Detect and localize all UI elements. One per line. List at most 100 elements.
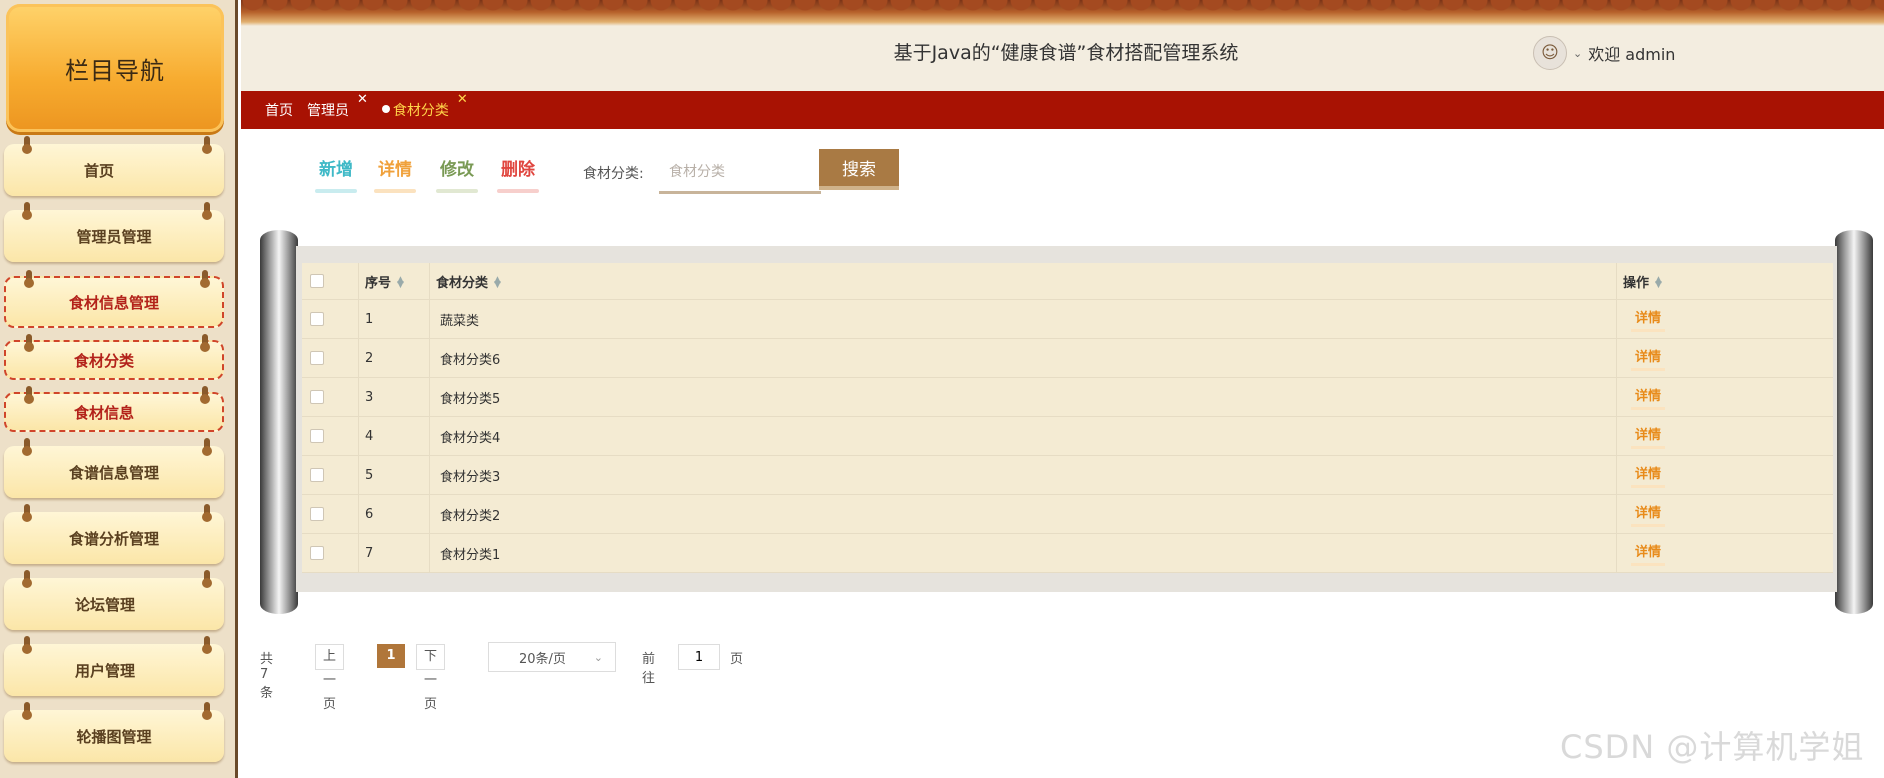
sidebar-item-label: 食谱信息管理 [68,463,159,482]
detail-button[interactable]: 详情 [374,155,416,193]
nav-title: 栏目导航 [65,56,165,85]
row-checkbox[interactable] [310,429,324,443]
sidebar-item-label: 管理员管理 [76,227,152,246]
sidebar-item-label: 轮播图管理 [76,727,152,746]
row-index: 6 [358,494,430,534]
tab-home[interactable]: 首页 [265,100,293,120]
table-row[interactable]: 6 食材分类2 详情 [302,494,1833,534]
sidebar-item-label: 用户管理 [74,661,135,680]
row-category: 食材分类2 [429,494,1617,534]
sidebar-item-home[interactable]: 首页 [4,136,224,196]
page-size-value: 20条/页 [519,651,566,667]
scroll-roller-right [1835,230,1873,614]
nav-title-banner: 栏目导航 [6,4,224,132]
sidebar-item-ingredient-info[interactable]: 食材信息管理 [4,270,224,328]
user-menu[interactable]: ☺ ⌄ 欢迎 admin [1533,36,1675,70]
chevron-down-icon[interactable]: ⌄ [1573,47,1582,60]
goto-page-input[interactable] [678,644,720,670]
sidebar-item-users[interactable]: 用户管理 [4,636,224,696]
delete-button[interactable]: 删除 [497,155,539,193]
table-row[interactable]: 4 食材分类4 详情 [302,416,1833,456]
close-icon[interactable]: ✕ [357,92,368,107]
row-checkbox[interactable] [310,507,324,521]
table-row[interactable]: 1 蔬菜类 详情 [302,299,1833,339]
edit-button[interactable]: 修改 [436,155,478,193]
row-detail-link[interactable]: 详情 [1631,385,1666,410]
sort-icon[interactable]: ▲ ▼ [494,276,501,290]
next-page-button[interactable]: 下一页 [416,644,446,712]
row-checkbox-cell [302,416,359,456]
row-checkbox-cell [302,299,359,339]
row-checkbox[interactable] [310,390,324,404]
row-detail-link[interactable]: 详情 [1631,463,1666,488]
table-row[interactable]: 7 食材分类1 详情 [302,533,1833,573]
toolbar: 新增 详情 修改 删除 食材分类: 搜索 [241,145,1884,195]
column-header-actions[interactable]: 操作 ▲ ▼ [1616,263,1833,300]
roof-tiles-decoration [241,0,1884,26]
top-header: 基于Java的“健康食谱”食材搭配管理系统 ☺ ⌄ 欢迎 admin [241,0,1884,91]
row-index: 4 [358,416,430,456]
table-row[interactable]: 3 食材分类5 详情 [302,377,1833,417]
close-icon[interactable]: ✕ [457,92,468,107]
sidebar-item-ingredient-category[interactable]: 食材分类 [4,334,224,380]
row-checkbox[interactable] [310,468,324,482]
sidebar-item-forum[interactable]: 论坛管理 [4,570,224,630]
page-size-select[interactable]: 20条/页 ⌄ [488,642,616,672]
row-checkbox-cell [302,455,359,495]
row-actions: 详情 [1616,533,1833,573]
row-actions: 详情 [1616,494,1833,534]
column-header-label: 操作 [1623,275,1650,291]
row-detail-link[interactable]: 详情 [1631,307,1666,332]
page-unit-label: 页 [730,652,744,667]
prev-page-button[interactable]: 上一页 [315,644,345,712]
row-checkbox-cell [302,338,359,378]
row-category: 食材分类5 [429,377,1617,417]
search-input[interactable] [659,153,821,194]
row-checkbox[interactable] [310,312,324,326]
table-row[interactable]: 5 食材分类3 详情 [302,455,1833,495]
row-detail-link[interactable]: 详情 [1631,424,1666,449]
row-detail-link[interactable]: 详情 [1631,541,1666,566]
sort-icon[interactable]: ▲ ▼ [1655,276,1662,290]
row-detail-link[interactable]: 详情 [1631,502,1666,527]
sidebar-item-label: 首页 [83,161,114,180]
row-checkbox[interactable] [310,351,324,365]
select-all-cell [302,263,359,300]
current-dot-icon [381,105,390,113]
column-header-category[interactable]: 食材分类 ▲ ▼ [429,263,1617,300]
row-category: 食材分类1 [429,533,1617,573]
sidebar-item-carousel[interactable]: 轮播图管理 [4,702,224,762]
row-actions: 详情 [1616,416,1833,456]
scroll-roller-left [260,230,298,614]
sidebar-item-recipe-analysis[interactable]: 食谱分析管理 [4,504,224,564]
sidebar-item-ingredient-list[interactable]: 食材信息 [4,386,224,432]
row-index: 5 [358,455,430,495]
column-header-index[interactable]: 序号 ▲ ▼ [358,263,430,300]
category-table: 序号 ▲ ▼ 食材分类 ▲ ▼ 操作 ▲ ▼ 1 蔬菜类 详情 2 食材分类6 详情 3 食… [302,263,1833,573]
breadcrumb-tabs: 首页 管理员 ✕ 食材分类 ✕ [241,91,1884,129]
row-category: 食材分类4 [429,416,1617,456]
tab-label: 管理员 [307,103,349,119]
search-button[interactable]: 搜索 [819,149,899,190]
sidebar-item-label: 食谱分析管理 [68,529,159,548]
row-detail-link[interactable]: 详情 [1631,346,1666,371]
row-actions: 详情 [1616,338,1833,378]
sidebar-item-recipe-info[interactable]: 食谱信息管理 [4,438,224,498]
tab-label: 首页 [265,103,293,119]
row-checkbox-cell [302,494,359,534]
table-row[interactable]: 2 食材分类6 详情 [302,338,1833,378]
tab-admin[interactable]: 管理员 ✕ [307,92,368,120]
total-count: 共 7 条 [260,652,274,701]
sort-icon[interactable]: ▲ ▼ [397,276,404,290]
row-checkbox[interactable] [310,546,324,560]
user-avatar-icon[interactable]: ☺ [1533,36,1567,70]
tab-label: 食材分类 [392,103,449,119]
current-page-button[interactable]: 1 [377,644,405,668]
row-actions: 详情 [1616,455,1833,495]
sidebar-item-label: 食材信息管理 [68,293,159,312]
select-all-checkbox[interactable] [310,274,324,288]
sidebar-item-admin[interactable]: 管理员管理 [4,202,224,262]
add-button[interactable]: 新增 [315,155,357,193]
row-index: 1 [358,299,430,339]
tab-ingredient-category[interactable]: 食材分类 ✕ [381,92,468,120]
